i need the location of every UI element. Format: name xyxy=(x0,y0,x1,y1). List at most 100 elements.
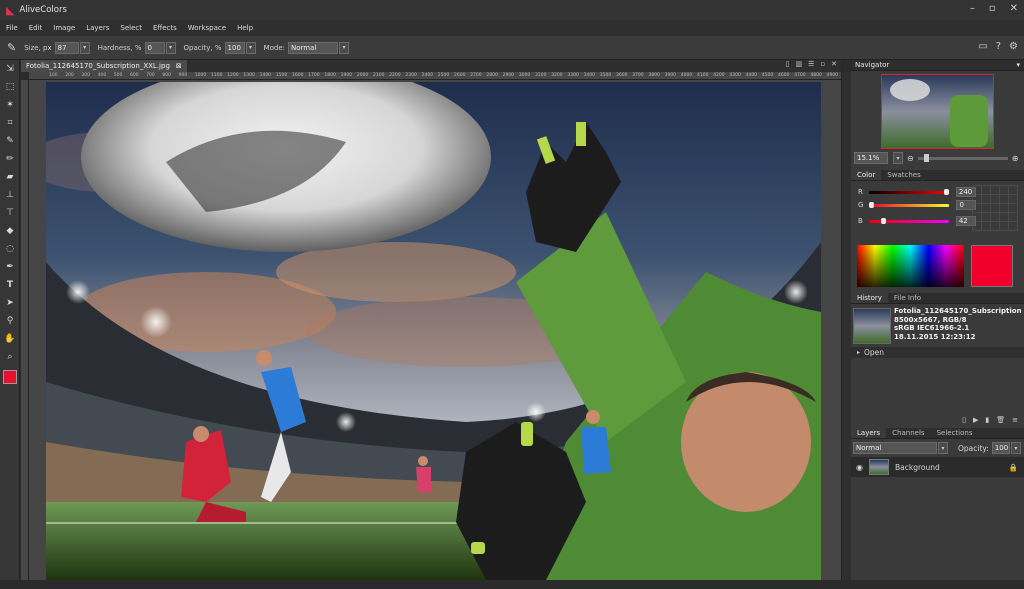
menu-workspace[interactable]: Workspace xyxy=(188,24,226,32)
menu-image[interactable]: Image xyxy=(53,24,75,32)
vertical-scrollbar[interactable] xyxy=(841,72,851,580)
layer-name: Background xyxy=(894,462,940,472)
mode-dropdown-icon[interactable]: ▾ xyxy=(338,41,349,54)
foreground-color-swatch[interactable] xyxy=(3,370,17,384)
ruler-tick-label: 4200 xyxy=(713,73,725,78)
history-item[interactable]: ▸ Open xyxy=(851,347,1024,358)
move-tool-icon[interactable]: ⇲ xyxy=(0,60,20,78)
pencil-tool-icon[interactable]: ✏ xyxy=(0,150,20,168)
zoom-input[interactable]: 15.1% xyxy=(854,152,888,164)
ruler-tick-label: 3800 xyxy=(648,73,660,78)
tab-layers[interactable]: Layers xyxy=(851,428,887,438)
ruler-tick-label: 1300 xyxy=(243,73,255,78)
ruler-tick-label: 100 xyxy=(49,73,58,78)
clone-stamp-tool-icon[interactable]: ⊥ xyxy=(0,186,20,204)
tab-close-icon[interactable]: ⊠ xyxy=(176,62,182,70)
layer-opacity-input[interactable]: 100 xyxy=(991,442,1010,454)
vertical-ruler xyxy=(21,80,29,580)
eraser-tool-icon[interactable]: ▰ xyxy=(0,168,20,186)
zoom-slider[interactable] xyxy=(917,153,1008,162)
zoom-tool-icon[interactable]: ⌕ xyxy=(0,348,20,366)
color-spectrum[interactable] xyxy=(857,245,964,287)
history-menu-icon[interactable]: ≡ xyxy=(1012,416,1018,424)
close-icon[interactable]: ✕ xyxy=(1010,3,1018,14)
navigator-thumbnail[interactable] xyxy=(881,74,994,149)
tab-swatches[interactable]: Swatches xyxy=(881,170,926,180)
mode-select[interactable]: Normal xyxy=(287,41,338,54)
menu-file[interactable]: File xyxy=(6,24,18,32)
eye-icon[interactable]: ◉ xyxy=(856,463,863,472)
marquee-tool-icon[interactable]: ⬚ xyxy=(0,78,20,96)
text-tool-icon[interactable]: T xyxy=(0,276,20,294)
ruler-tick-label: 2400 xyxy=(421,73,434,78)
hardness-input[interactable]: 0 xyxy=(144,41,165,54)
delete-icon[interactable]: 🗑 xyxy=(996,416,1005,424)
stamp-tool-icon[interactable]: ⊤ xyxy=(0,204,20,222)
channel-g-slider[interactable] xyxy=(869,201,950,208)
document-close-icon[interactable]: ✕ xyxy=(831,60,837,68)
tab-selections[interactable]: Selections xyxy=(931,428,979,438)
app-title: AliveColors xyxy=(19,5,67,15)
lock-icon[interactable]: 🔒 xyxy=(1009,463,1018,472)
crop-tool-icon[interactable]: ⌗ xyxy=(0,114,20,132)
menu-effects[interactable]: Effects xyxy=(153,24,177,32)
eyedropper-tool-icon[interactable]: ⚲ xyxy=(0,312,20,330)
help-icon[interactable]: ? xyxy=(996,41,1001,52)
document-restore-icon[interactable]: ▫ xyxy=(820,60,825,68)
zoom-dropdown-icon[interactable]: ▾ xyxy=(893,152,903,164)
tab-color[interactable]: Color xyxy=(851,170,882,180)
hand-tool-icon[interactable]: ✋ xyxy=(0,330,20,348)
comment-icon[interactable]: ▭ xyxy=(978,41,987,52)
channel-b-slider[interactable] xyxy=(868,217,949,224)
history-snapshot-thumbnail[interactable] xyxy=(853,308,891,344)
magic-wand-tool-icon[interactable]: ✶ xyxy=(0,96,20,114)
document-menu-icon[interactable]: ☰ xyxy=(808,60,814,68)
document-tab[interactable]: Fotolia_112645170_Subscription_XXL.jpg ⊠ xyxy=(21,60,187,72)
play-icon[interactable]: ▶ xyxy=(973,416,978,424)
menu-edit[interactable]: Edit xyxy=(29,24,43,32)
tab-file-info[interactable]: File Info xyxy=(888,293,927,303)
document-new-icon[interactable]: ▯ xyxy=(786,60,790,68)
brush-icon[interactable]: ✎ xyxy=(7,41,16,54)
minimize-icon[interactable]: – xyxy=(970,3,975,14)
document-tile-icon[interactable]: ▥ xyxy=(795,60,802,68)
color-tabs: Color Swatches xyxy=(851,170,1024,181)
document-image[interactable] xyxy=(46,82,821,580)
lasso-tool-icon[interactable]: ◌ xyxy=(0,240,20,258)
pen-tool-icon[interactable]: ✒ xyxy=(0,258,20,276)
swatch-grid[interactable] xyxy=(972,185,1018,231)
opacity-dropdown-icon[interactable]: ▾ xyxy=(245,41,256,54)
ruler-tick-label: 3600 xyxy=(616,73,628,78)
ruler-tick-label: 4700 xyxy=(794,73,806,78)
settings-gear-icon[interactable]: ⚙ xyxy=(1009,41,1018,52)
layer-row[interactable]: ◉ Background 🔒 xyxy=(851,457,1024,477)
path-select-tool-icon[interactable]: ➤ xyxy=(0,294,20,312)
opacity-input[interactable]: 100 xyxy=(224,41,245,54)
new-snapshot-icon[interactable]: ▯ xyxy=(962,416,966,424)
size-dropdown-icon[interactable]: ▾ xyxy=(79,41,90,54)
step-icon[interactable]: ▮ xyxy=(985,416,989,424)
blend-mode-select[interactable]: Normal xyxy=(853,442,937,454)
zoom-out-icon[interactable]: ⊖ xyxy=(907,154,914,163)
history-step-icon: ▸ xyxy=(857,349,861,356)
layer-opacity-dropdown-icon[interactable]: ▾ xyxy=(1010,442,1021,454)
ruler-tick-label: 2300 xyxy=(405,73,417,78)
brush-tool-icon[interactable]: ✎ xyxy=(0,132,20,150)
file-date: 18.11.2015 12:23:12 xyxy=(894,332,976,341)
size-input[interactable]: 87 xyxy=(54,41,79,54)
hardness-dropdown-icon[interactable]: ▾ xyxy=(165,41,176,54)
tab-channels[interactable]: Channels xyxy=(886,428,930,438)
panel-menu-icon[interactable]: ▾ xyxy=(1016,61,1020,69)
menu-layers[interactable]: Layers xyxy=(86,24,109,32)
menu-help[interactable]: Help xyxy=(237,24,253,32)
ruler-tick-label: 3700 xyxy=(632,73,644,78)
right-panels: Navigator ▾ 15.1% ▾ ⊖ ⊕ Color Swatches R … xyxy=(851,60,1024,580)
zoom-in-icon[interactable]: ⊕ xyxy=(1012,154,1019,163)
channel-r-slider[interactable] xyxy=(868,188,949,195)
blend-mode-dropdown-icon[interactable]: ▾ xyxy=(938,442,948,454)
blur-tool-icon[interactable]: ◆ xyxy=(0,222,20,240)
maximize-icon[interactable]: ▫ xyxy=(989,3,996,14)
menu-select[interactable]: Select xyxy=(120,24,142,32)
current-color-swatch[interactable] xyxy=(971,245,1013,287)
tab-history[interactable]: History xyxy=(851,293,888,303)
